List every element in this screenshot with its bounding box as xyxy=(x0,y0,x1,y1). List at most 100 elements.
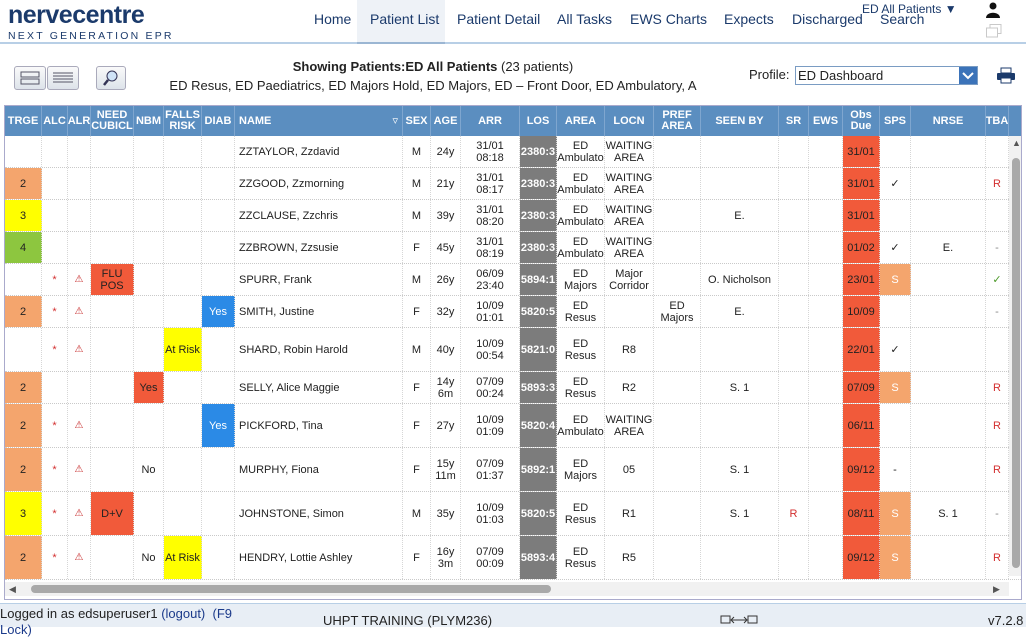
cell-cubicle xyxy=(91,168,134,199)
logout-link[interactable]: (logout) xyxy=(161,606,205,621)
column-header-tba[interactable]: TBA xyxy=(986,106,1009,136)
cell-locn: R2 xyxy=(605,372,654,403)
column-header-cubicle[interactable]: NEED CUBICL xyxy=(91,106,134,136)
table-row[interactable]: 2 * ⚠ No At Risk HENDRY, Lottie Ashley F 16y 3m… xyxy=(5,536,1021,580)
cell-area: ED Resus xyxy=(557,372,605,403)
table-row[interactable]: * ⚠ FLU POS SPURR, Frank M 26y 06/09 23:40 5894… xyxy=(5,264,1021,296)
patient-list-selector[interactable]: ED All Patients ▼ xyxy=(862,2,957,16)
nav-patient-detail[interactable]: Patient Detail xyxy=(457,11,540,27)
column-header-area[interactable]: AREA xyxy=(557,106,605,136)
cell-age: 39y xyxy=(431,200,461,231)
cell-ews xyxy=(809,372,843,403)
cell-area: ED Ambulato xyxy=(557,404,605,447)
cell-pref xyxy=(654,328,701,371)
cell-cubicle: D+V xyxy=(91,492,134,535)
cell-alc: * xyxy=(42,492,68,535)
f9-lock-link[interactable]: (F9 xyxy=(213,606,233,621)
cell-sr xyxy=(779,232,809,263)
cell-name: SMITH, Justine xyxy=(235,296,403,327)
cell-obs: 01/02 xyxy=(843,232,880,263)
profile-select[interactable]: ED Dashboard xyxy=(795,66,978,85)
logged-in-text: Logged in as edsuperuser1 xyxy=(0,606,158,621)
user-icon[interactable] xyxy=(986,2,1000,18)
column-header-alr[interactable]: ALR xyxy=(68,106,91,136)
column-header-nbm[interactable]: NBM xyxy=(134,106,164,136)
cell-name: MURPHY, Fiona xyxy=(235,448,403,491)
cell-seen xyxy=(701,136,779,167)
table-row[interactable]: 2 * ⚠ No MURPHY, Fiona F 15y 11m 07/09 01:37 589… xyxy=(5,448,1021,492)
scroll-left-icon[interactable]: ◀ xyxy=(9,584,16,595)
chevron-down-icon[interactable] xyxy=(959,67,977,84)
nav-expects[interactable]: Expects xyxy=(724,11,774,27)
table-row[interactable]: 3 ZZCLAUSE, Zzchris M 39y 31/01 08:20 2380:3 E… xyxy=(5,200,1021,232)
column-header-seen[interactable]: SEEN BY xyxy=(701,106,779,136)
column-header-sex[interactable]: SEX xyxy=(403,106,431,136)
nav-patient-list[interactable]: Patient List xyxy=(370,11,439,27)
cell-nbm xyxy=(134,492,164,535)
cell-diab xyxy=(202,372,235,403)
column-header-falls[interactable]: FALLS RISK xyxy=(164,106,202,136)
column-header-ews[interactable]: EWS xyxy=(809,106,843,136)
column-header-sps[interactable]: SPS xyxy=(880,106,911,136)
column-header-los[interactable]: LOS xyxy=(520,106,557,136)
column-header-pref[interactable]: PREF AREA xyxy=(654,106,701,136)
cell-sr xyxy=(779,536,809,579)
column-header-diab[interactable]: DIAB xyxy=(202,106,235,136)
column-header-alc[interactable]: ALC xyxy=(42,106,68,136)
cell-age: 27y xyxy=(431,404,461,447)
table-row[interactable]: 2 ZZGOOD, Zzmorning M 21y 31/01 08:17 2380:3 E… xyxy=(5,168,1021,200)
table-row[interactable]: 4 ZZBROWN, Zzsusie F 45y 31/01 08:19 2380:3 ED… xyxy=(5,232,1021,264)
cell-name: ZZBROWN, Zzsusie xyxy=(235,232,403,263)
cell-area: ED Resus xyxy=(557,492,605,535)
table-row[interactable]: 2 * ⚠ Yes PICKFORD, Tina F 27y 10/09 01:09 5820:… xyxy=(5,404,1021,448)
connection-icon xyxy=(720,615,758,624)
cell-alc: * xyxy=(42,448,68,491)
cell-nbm xyxy=(134,296,164,327)
cell-name: SHARD, Robin Harold xyxy=(235,328,403,371)
scroll-up-icon[interactable]: ▲ xyxy=(1012,138,1021,148)
table-row[interactable]: 2 Yes SELLY, Alice Maggie F 14y 6m 07/09 00:2… xyxy=(5,372,1021,404)
nav-discharged[interactable]: Discharged xyxy=(792,11,863,27)
nervecentre-logo[interactable]: nervecentre NEXT GENERATION EPR xyxy=(8,2,174,42)
column-header-age[interactable]: AGE xyxy=(431,106,461,136)
cell-sr xyxy=(779,200,809,231)
sort-caret-icon[interactable]: ▿ xyxy=(392,115,398,127)
nav-home[interactable]: Home xyxy=(314,11,351,27)
cell-sr: R xyxy=(779,492,809,535)
table-row[interactable]: * ⚠ At Risk SHARD, Robin Harold M 40y 10/09 00… xyxy=(5,328,1021,372)
cell-alr: ⚠ xyxy=(68,492,91,535)
column-header-name[interactable]: NAME ▿ xyxy=(235,106,403,136)
nav-all-tasks[interactable]: All Tasks xyxy=(557,11,612,27)
column-header-obs[interactable]: Obs Due xyxy=(843,106,880,136)
lock-link[interactable]: Lock) xyxy=(0,622,32,637)
horizontal-scrollbar[interactable]: ◀ ▶ xyxy=(5,582,1009,596)
cell-seen xyxy=(701,404,779,447)
cell-area: ED Ambulato xyxy=(557,168,605,199)
cell-alr xyxy=(68,136,91,167)
horizontal-scroll-thumb[interactable] xyxy=(31,585,551,593)
table-row[interactable]: 3 * ⚠ D+V JOHNSTONE, Simon M 35y 10/09 01:03 582… xyxy=(5,492,1021,536)
column-header-trge[interactable]: TRGE xyxy=(5,106,42,136)
vertical-scroll-thumb[interactable] xyxy=(1012,158,1020,568)
cell-seen: E. xyxy=(701,200,779,231)
print-icon[interactable] xyxy=(996,67,1016,84)
copy-icon[interactable] xyxy=(986,24,1002,38)
scroll-right-icon[interactable]: ▶ xyxy=(993,584,1000,595)
table-row[interactable]: 2 * ⚠ Yes SMITH, Justine F 32y 10/09 01:01 5820:… xyxy=(5,296,1021,328)
cell-nbm xyxy=(134,136,164,167)
column-header-locn[interactable]: LOCN xyxy=(605,106,654,136)
status-footer: Logged in as edsuperuser1 (logout) (F9 L… xyxy=(0,603,1026,637)
cell-nrse xyxy=(911,200,986,231)
column-header-sr[interactable]: SR xyxy=(779,106,809,136)
cell-diab xyxy=(202,448,235,491)
cell-seen xyxy=(701,536,779,579)
cell-alc xyxy=(42,168,68,199)
patient-count: (23 patients) xyxy=(501,59,574,74)
vertical-scrollbar[interactable]: ▲ xyxy=(1009,136,1021,576)
cell-obs: 09/12 xyxy=(843,536,880,579)
nav-ews-charts[interactable]: EWS Charts xyxy=(630,11,707,27)
column-header-nrse[interactable]: NRSE xyxy=(911,106,986,136)
table-row[interactable]: ZZTAYLOR, Zzdavid M 24y 31/01 08:18 2380:3 ED… xyxy=(5,136,1021,168)
cell-age: 21y xyxy=(431,168,461,199)
column-header-arr[interactable]: ARR xyxy=(461,106,520,136)
